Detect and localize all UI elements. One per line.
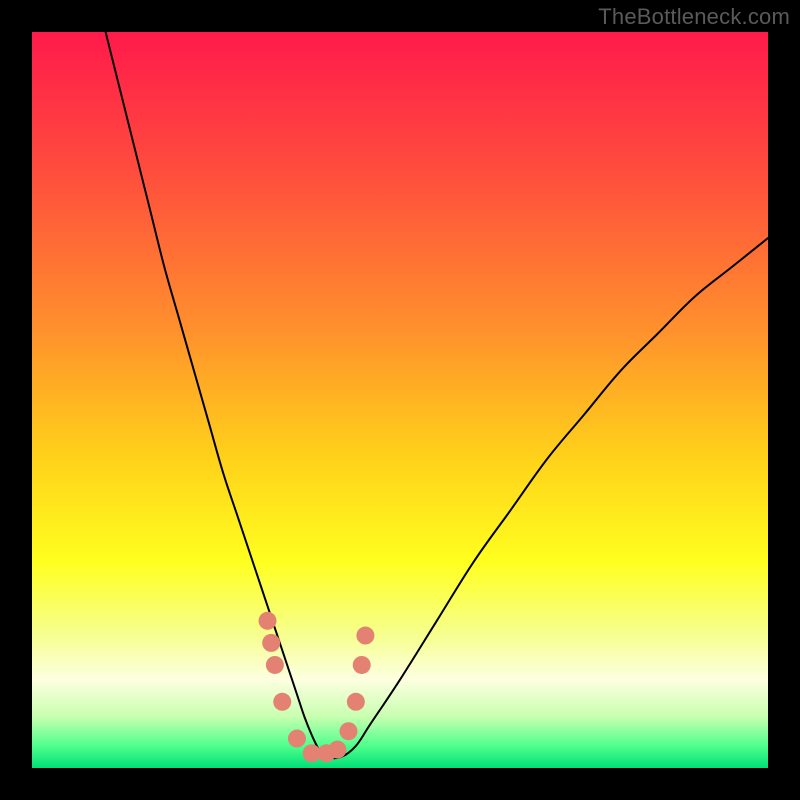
marker-point <box>273 693 291 711</box>
marker-point <box>356 627 374 645</box>
marker-point <box>328 741 346 759</box>
marker-point <box>347 693 365 711</box>
marker-point <box>339 722 357 740</box>
marker-point <box>259 612 277 630</box>
marker-point <box>266 656 284 674</box>
marker-point <box>353 656 371 674</box>
marker-point <box>288 730 306 748</box>
gradient-background <box>32 32 768 768</box>
plot-area <box>32 32 768 768</box>
chart-svg <box>32 32 768 768</box>
chart-frame: TheBottleneck.com <box>0 0 800 800</box>
marker-point <box>262 634 280 652</box>
watermark-text: TheBottleneck.com <box>598 4 790 30</box>
